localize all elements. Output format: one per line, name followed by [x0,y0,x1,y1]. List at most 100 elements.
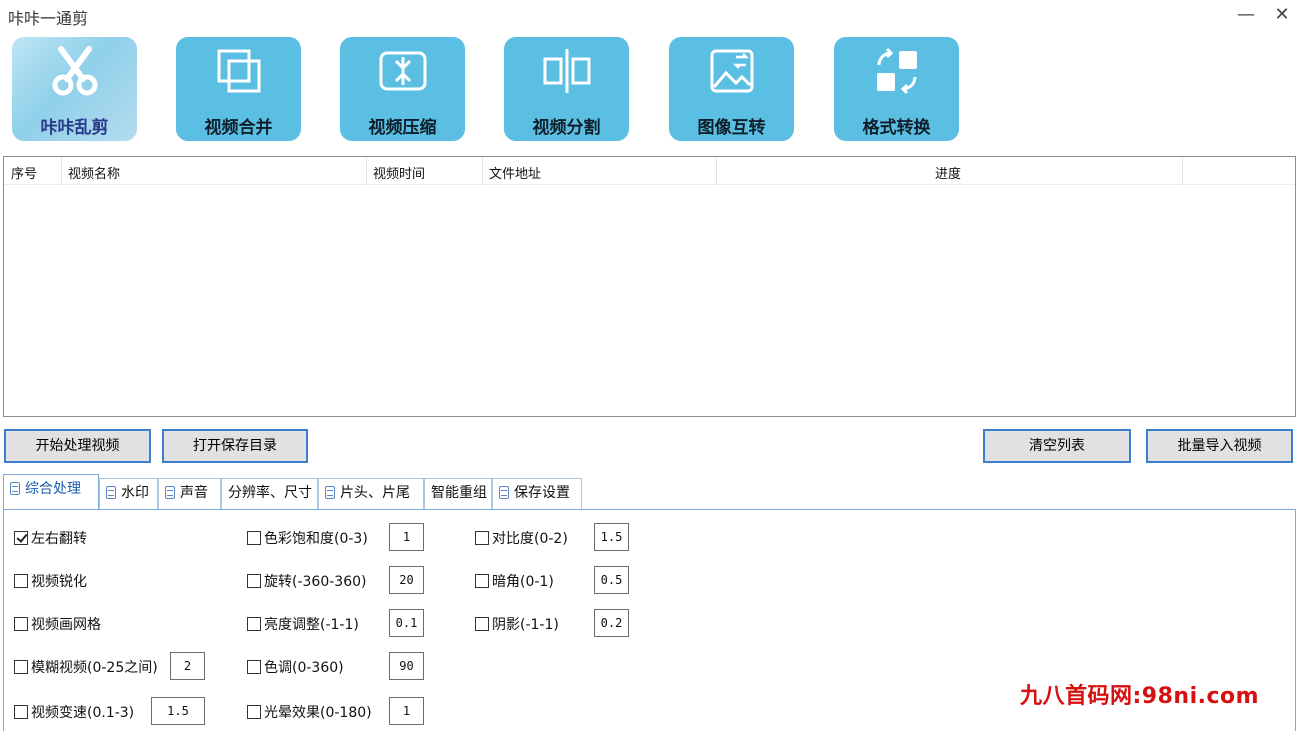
split-video-button[interactable]: 视频分割 [504,37,629,141]
document-icon [499,486,509,499]
shadow-value-input[interactable] [594,609,629,637]
grid-option[interactable]: 视频画网格 [14,614,101,634]
open-save-dir-button[interactable]: 打开保存目录 [162,429,308,463]
vignette-checkbox[interactable] [475,574,489,588]
compress-video-button[interactable]: 视频压缩 [340,37,465,141]
column-header-name[interactable]: 视频名称 [68,163,120,182]
flip-horizontal-option[interactable]: 左右翻转 [14,528,87,548]
merge-video-label: 视频合并 [204,118,273,138]
speed-value-input[interactable] [151,697,205,725]
saturation-label: 色彩饱和度(0-3) [264,531,368,547]
blur-checkbox[interactable] [14,660,28,674]
minimize-button[interactable]: — [1231,2,1261,28]
rotate-value-input[interactable] [389,566,424,594]
saturation-checkbox[interactable] [247,531,261,545]
tab-label: 声音 [180,485,208,501]
flip-horizontal-label: 左右翻转 [31,531,87,547]
video-list-table[interactable]: 序号 视频名称 视频时间 文件地址 进度 [3,156,1296,417]
document-icon [165,486,175,499]
shadow-checkbox[interactable] [475,617,489,631]
saturation-value-input[interactable] [389,523,424,551]
vignette-option[interactable]: 暗角(0-1) [475,571,554,591]
column-divider[interactable] [366,157,367,185]
format-convert-label: 格式转换 [862,118,931,138]
batch-import-button[interactable]: 批量导入视频 [1146,429,1293,463]
split-icon [543,49,591,93]
brightness-checkbox[interactable] [247,617,261,631]
vignette-value-input[interactable] [594,566,629,594]
flip-horizontal-checkbox[interactable] [14,531,28,545]
column-header-index[interactable]: 序号 [11,163,37,182]
hue-label: 色调(0-360) [264,660,344,676]
tab-general[interactable]: 综合处理 [3,474,99,510]
split-video-label: 视频分割 [532,118,601,138]
saturation-option[interactable]: 色彩饱和度(0-3) [247,528,368,548]
contrast-label: 对比度(0-2) [492,531,568,547]
grid-label: 视频画网格 [31,617,101,633]
tab-save-settings[interactable]: 保存设置 [492,478,582,510]
format-convert-button[interactable]: 格式转换 [834,37,959,141]
scissors-icon [52,46,98,96]
blur-option[interactable]: 模糊视频(0-25之间) [14,657,158,677]
merge-icon [217,49,261,93]
speed-label: 视频变速(0.1-3) [31,705,135,721]
column-divider[interactable] [482,157,483,185]
rotate-option[interactable]: 旋转(-360-360) [247,571,366,591]
format-convert-icon [877,47,917,95]
compress-icon [379,51,427,91]
contrast-option[interactable]: 对比度(0-2) [475,528,568,548]
logo-tile[interactable]: 咔咔乱剪 [12,37,137,141]
shadow-option[interactable]: 阴影(-1-1) [475,614,559,634]
contrast-checkbox[interactable] [475,531,489,545]
document-icon [10,482,20,495]
logo-label: 咔咔乱剪 [40,118,109,138]
tab-resolution[interactable]: 分辨率、尺寸 [221,478,318,510]
column-header-path[interactable]: 文件地址 [489,163,541,182]
sharpen-option[interactable]: 视频锐化 [14,571,87,591]
halo-checkbox[interactable] [247,705,261,719]
app-title: 咔咔一通剪 [8,9,89,28]
brightness-value-input[interactable] [389,609,424,637]
halo-label: 光晕效果(0-180) [264,705,372,721]
halo-option[interactable]: 光晕效果(0-180) [247,702,372,722]
merge-video-button[interactable]: 视频合并 [176,37,301,141]
contrast-value-input[interactable] [594,523,629,551]
column-divider[interactable] [716,157,717,185]
tab-watermark[interactable]: 水印 [99,478,158,510]
site-watermark: 九八首码网:98ni.com [1020,684,1260,709]
hue-value-input[interactable] [389,652,424,680]
clear-list-button[interactable]: 清空列表 [983,429,1131,463]
column-header-progress[interactable]: 进度 [935,163,961,182]
tab-intro-outro[interactable]: 片头、片尾 [318,478,424,510]
grid-checkbox[interactable] [14,617,28,631]
shadow-label: 阴影(-1-1) [492,617,559,633]
sharpen-label: 视频锐化 [31,574,87,590]
tab-smart-recombine[interactable]: 智能重组 [424,478,492,510]
brightness-label: 亮度调整(-1-1) [264,617,359,633]
column-header-duration[interactable]: 视频时间 [373,163,425,182]
column-divider[interactable] [1182,157,1183,185]
close-button[interactable]: ✕ [1267,2,1297,28]
speed-option[interactable]: 视频变速(0.1-3) [14,702,134,722]
blur-value-input[interactable] [170,652,205,680]
rotate-checkbox[interactable] [247,574,261,588]
document-icon [106,486,116,499]
tab-label: 保存设置 [514,485,570,501]
column-divider[interactable] [61,157,62,185]
vignette-label: 暗角(0-1) [492,574,554,590]
image-convert-button[interactable]: 图像互转 [669,37,794,141]
hue-option[interactable]: 色调(0-360) [247,657,344,677]
tab-label: 综合处理 [25,481,81,497]
blur-label: 模糊视频(0-25之间) [31,660,158,676]
tab-label: 智能重组 [431,485,487,501]
speed-checkbox[interactable] [14,705,28,719]
tab-audio[interactable]: 声音 [158,478,221,510]
document-icon [325,486,335,499]
rotate-label: 旋转(-360-360) [264,574,367,590]
tab-label: 片头、片尾 [340,485,410,501]
hue-checkbox[interactable] [247,660,261,674]
sharpen-checkbox[interactable] [14,574,28,588]
halo-value-input[interactable] [389,697,424,725]
brightness-option[interactable]: 亮度调整(-1-1) [247,614,359,634]
start-processing-button[interactable]: 开始处理视频 [4,429,151,463]
